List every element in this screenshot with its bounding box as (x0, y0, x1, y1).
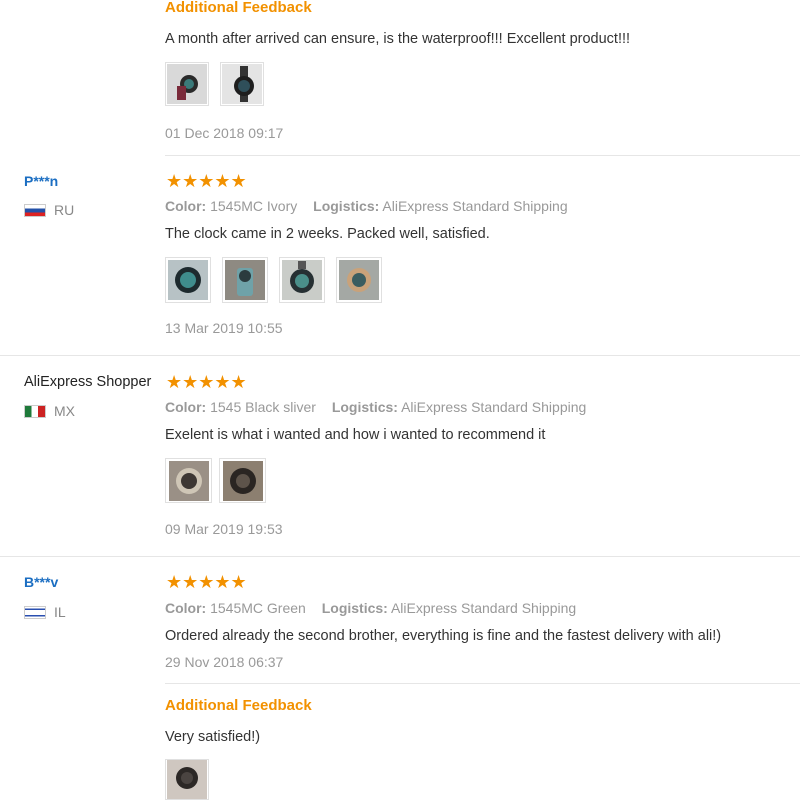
logistics-label: Logistics: (331, 399, 398, 415)
flag-il-icon (24, 605, 46, 619)
reviewer-name[interactable]: B***v (24, 574, 58, 590)
reviewer-name[interactable]: P***n (24, 173, 58, 189)
watch-photo-icon (167, 64, 207, 104)
divider (165, 155, 800, 156)
review-photo-thumbnail[interactable] (279, 257, 325, 303)
logistics-label: Logistics: (321, 600, 388, 616)
review-photo-thumbnail[interactable] (219, 458, 266, 503)
review-photo-thumbnail[interactable] (222, 257, 268, 303)
review-photo-thumbnail[interactable] (165, 257, 211, 303)
review-date: 09 Mar 2019 19:53 (165, 521, 283, 537)
star-rating: ★★★★★ (166, 171, 247, 191)
color-value: 1545MC Green (210, 600, 306, 616)
color-label: Color: (165, 600, 207, 616)
reviewer-country: IL (24, 604, 66, 620)
watch-photo-icon (225, 260, 265, 300)
divider (0, 355, 800, 356)
review-meta: Color: 1545MC Ivory Logistics: AliExpres… (165, 198, 568, 214)
logistics-label: Logistics: (313, 198, 380, 214)
divider (165, 683, 800, 684)
divider (0, 556, 800, 557)
watch-photo-icon (339, 260, 379, 300)
photo-list (165, 62, 264, 106)
watch-photo-icon (222, 64, 262, 104)
star-rating: ★★★★★ (166, 372, 247, 392)
watch-photo-icon (222, 460, 263, 501)
watch-photo-icon (282, 260, 322, 300)
logistics-value: AliExpress Standard Shipping (390, 600, 577, 616)
photo-list (165, 458, 266, 503)
watch-photo-icon (168, 260, 208, 300)
color-label: Color: (165, 198, 207, 214)
additional-feedback-title: Additional Feedback (165, 0, 312, 16)
watch-photo-icon (167, 760, 207, 799)
review-date: 01 Dec 2018 09:17 (165, 125, 284, 141)
country-code: IL (54, 604, 66, 620)
review-date: 29 Nov 2018 06:37 (165, 654, 284, 670)
color-label: Color: (165, 399, 207, 415)
photo-list (165, 759, 209, 800)
review-text: The clock came in 2 weeks. Packed well, … (165, 226, 490, 242)
review-meta: Color: 1545MC Green Logistics: AliExpres… (165, 600, 576, 616)
review-photo-thumbnail[interactable] (165, 62, 209, 106)
review-photo-thumbnail[interactable] (165, 458, 212, 503)
review-text: A month after arrived can ensure, is the… (165, 31, 631, 47)
flag-mx-icon (24, 404, 46, 418)
country-code: MX (54, 403, 75, 419)
logistics-value: AliExpress Standard Shipping (382, 198, 568, 214)
color-value: 1545MC Ivory (210, 198, 298, 214)
reviewer-country: RU (24, 202, 74, 218)
logistics-value: AliExpress Standard Shipping (401, 399, 587, 415)
reviewer-name[interactable]: AliExpress Shopper (24, 374, 151, 390)
star-rating: ★★★★★ (166, 572, 247, 592)
review-text: Ordered already the second brother, ever… (165, 628, 722, 644)
watch-photo-icon (168, 460, 209, 501)
reviewer-country: MX (24, 403, 75, 419)
review-photo-thumbnail[interactable] (336, 257, 382, 303)
country-code: RU (54, 202, 75, 218)
photo-list (165, 257, 382, 303)
review-meta: Color: 1545 Black sliver Logistics: AliE… (165, 399, 586, 415)
review-text: Very satisfied!) (165, 729, 261, 745)
flag-ru-icon (24, 203, 46, 217)
additional-feedback-title: Additional Feedback (165, 697, 312, 714)
review-photo-thumbnail[interactable] (165, 759, 209, 800)
color-value: 1545 Black sliver (210, 399, 316, 415)
review-date: 13 Mar 2019 10:55 (165, 320, 283, 336)
review-photo-thumbnail[interactable] (220, 62, 264, 106)
review-text: Exelent is what i wanted and how i wante… (165, 427, 546, 443)
